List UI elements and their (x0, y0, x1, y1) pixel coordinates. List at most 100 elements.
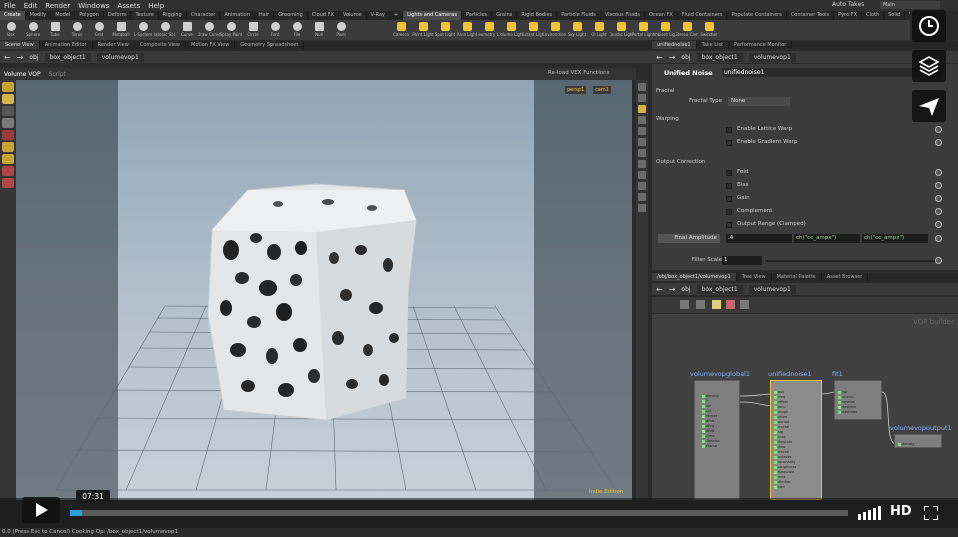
pane-tab[interactable]: Scene View (0, 41, 40, 49)
pane-tab[interactable]: Material Palette (772, 273, 822, 281)
display-option-icon[interactable] (638, 83, 646, 91)
warping-section[interactable]: Warping (656, 116, 679, 122)
scene-viewport[interactable] (16, 80, 632, 500)
bias-gear-icon[interactable] (935, 182, 942, 189)
net-path-box-object[interactable]: box_object1 (696, 284, 743, 294)
shelf-tab[interactable]: Fluid Containers (678, 11, 728, 20)
menu-windows[interactable]: Windows (78, 2, 109, 10)
param-path-box-object[interactable]: box_object1 (696, 52, 743, 62)
shelf-tab[interactable]: Populate Containers (727, 11, 787, 20)
shelf-tool[interactable]: Torus (66, 20, 88, 40)
menu-help[interactable]: Help (148, 2, 164, 10)
back-arrow-icon[interactable]: ← (4, 53, 11, 62)
node-port[interactable]: dimfrac (774, 480, 796, 484)
final-amp-z-field[interactable]: ch("cc_ampx") (862, 234, 928, 243)
shelf-tool[interactable]: Platonic Sol... (154, 20, 176, 40)
gradient-checkbox[interactable] (726, 140, 732, 146)
shelf-tab[interactable]: Animation (220, 11, 255, 20)
param-forward-arrow-icon[interactable]: → (669, 53, 676, 62)
output-section[interactable]: Output Correction (656, 159, 705, 165)
gain-gear-icon[interactable] (935, 195, 942, 202)
light-tool[interactable]: Caustic Light (610, 20, 632, 40)
pane-tab[interactable]: Animation Editor (40, 41, 93, 49)
net-tools-icon[interactable] (740, 300, 749, 309)
complement-gear-icon[interactable] (935, 208, 942, 215)
net-flag-icon[interactable] (726, 300, 735, 309)
node-port[interactable]: max (774, 435, 796, 439)
menu-render[interactable]: Render (45, 2, 70, 10)
shelf-tab[interactable]: Particle Fluids (557, 11, 601, 20)
node-port[interactable]: period (774, 420, 796, 424)
shelf-tab[interactable]: + (390, 11, 404, 20)
node-port[interactable]: dPdz (702, 429, 720, 433)
snap-prim-icon[interactable] (2, 154, 14, 164)
node-port[interactable]: flowscale (774, 470, 796, 474)
node-port[interactable]: flowrate (774, 440, 796, 444)
node-port[interactable]: Frame (702, 444, 720, 448)
play-button[interactable] (22, 497, 60, 523)
net-forward-arrow-icon[interactable]: → (669, 285, 676, 294)
light-tool[interactable]: Spot Light (434, 20, 456, 40)
fractal-section[interactable]: Fractal (656, 88, 674, 94)
shelf-tab[interactable]: Hair (255, 11, 275, 20)
shelf-tab[interactable]: Grooming (274, 11, 308, 20)
hd-quality-button[interactable]: HD (890, 504, 912, 519)
param-path-volumevop[interactable]: volumevop1 (748, 52, 796, 62)
pose-tool-icon[interactable] (2, 106, 14, 116)
global-node-title[interactable]: volumevopglobal1 (690, 370, 750, 378)
clamp-gear-icon[interactable] (935, 221, 942, 228)
ghost-icon[interactable] (638, 94, 646, 102)
vertex-icon[interactable] (638, 182, 646, 190)
node-port[interactable]: density (702, 394, 720, 398)
shading-icon[interactable] (638, 116, 646, 124)
node-port[interactable]: atten (774, 415, 796, 419)
shelf-tab[interactable]: Character (187, 11, 221, 20)
shelf-tool[interactable]: File (286, 20, 308, 40)
net-grid-icon[interactable] (696, 300, 705, 309)
cam-menu[interactable]: cam1 (593, 86, 611, 94)
share-button[interactable] (912, 90, 946, 122)
network-canvas[interactable]: VOP builder volumevopglobal1 density Pvel… (652, 314, 958, 500)
light-tool[interactable]: Point Light (412, 20, 434, 40)
node-port[interactable]: offset (774, 400, 796, 404)
bias-checkbox[interactable] (726, 183, 732, 189)
pane-tab[interactable]: Composite View (135, 41, 186, 49)
shelf-tool[interactable]: Spray Paint (220, 20, 242, 40)
magnet-icon[interactable] (2, 166, 14, 176)
net-back-arrow-icon[interactable]: ← (656, 285, 663, 294)
node-port[interactable]: pos (774, 390, 796, 394)
shelf-tab[interactable]: Pyro FX (834, 11, 863, 20)
shelf-tab[interactable]: Cloth (862, 11, 885, 20)
net-list-icon[interactable] (680, 300, 689, 309)
shelf-tool[interactable]: Draw Curve (198, 20, 220, 40)
shelf-tool[interactable]: L-System (132, 20, 154, 40)
node-port[interactable]: Time (702, 434, 720, 438)
fold-gear-icon[interactable] (935, 169, 942, 176)
node-port[interactable]: srcmin (838, 395, 857, 399)
gain-checkbox[interactable] (726, 196, 732, 202)
fullscreen-icon[interactable] (924, 506, 938, 520)
volume-icon[interactable] (858, 506, 884, 520)
shelf-tab[interactable]: Deform (104, 11, 132, 20)
node-port[interactable]: dPdy (702, 424, 720, 428)
node-port[interactable]: flow (774, 445, 796, 449)
pane-tab[interactable]: Geometry Spreadsheet (235, 41, 305, 49)
pane-tab[interactable]: Tree View (737, 273, 772, 281)
pane-tab[interactable]: Render View (93, 41, 135, 49)
light-tool[interactable]: Distant Light (522, 20, 544, 40)
collections-button[interactable] (912, 50, 946, 82)
menu-assets[interactable]: Assets (117, 2, 140, 10)
select-tool-icon[interactable] (2, 82, 14, 92)
light-tool[interactable]: Switcher (698, 20, 720, 40)
fit-node-title[interactable]: fit1 (832, 370, 843, 378)
transform-tool-icon[interactable] (2, 94, 14, 104)
persp-camera-menu[interactable]: persp1 (565, 86, 587, 94)
shelf-tab[interactable]: Rigging (159, 11, 187, 20)
pane-tab[interactable]: Asset Browser (822, 273, 869, 281)
shelf-tab[interactable]: Ocean FX (645, 11, 678, 20)
reload-vex-button[interactable]: Re-load VEX Functions (548, 70, 609, 76)
view-tool-icon[interactable] (2, 118, 14, 128)
node-port[interactable]: fractal (774, 425, 796, 429)
complement-checkbox[interactable] (726, 209, 732, 215)
seek-bar[interactable] (70, 510, 848, 516)
